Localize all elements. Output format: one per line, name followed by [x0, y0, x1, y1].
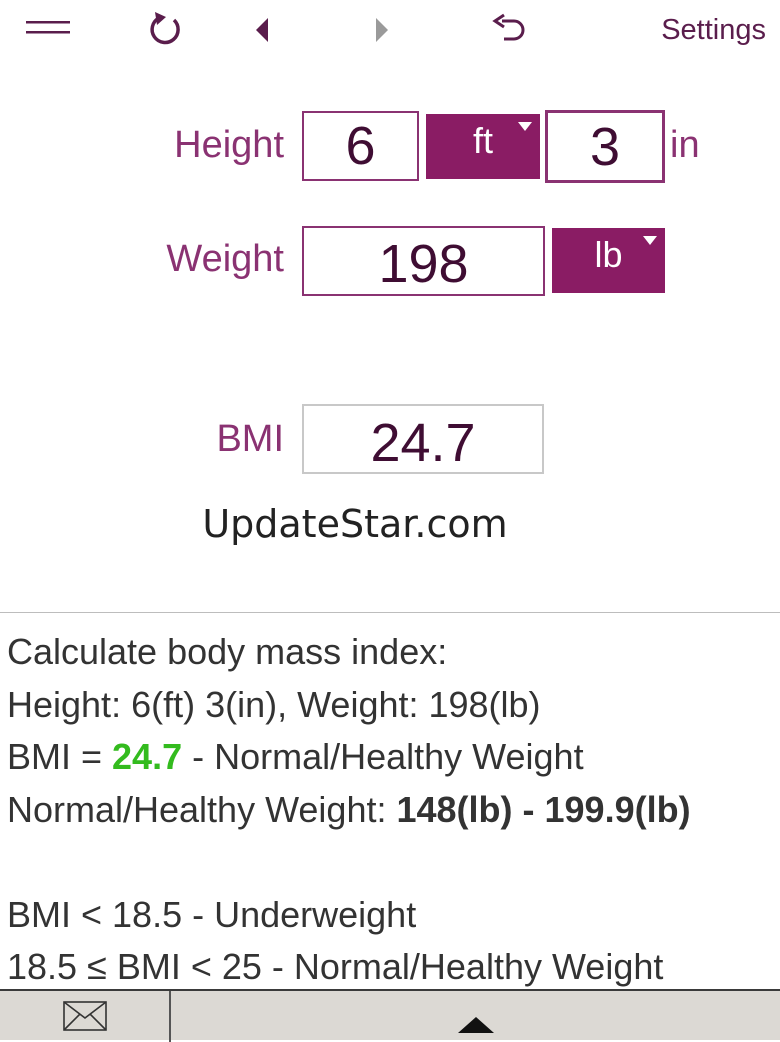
refresh-button[interactable]	[140, 6, 192, 54]
settings-button[interactable]: Settings	[661, 14, 766, 47]
divider	[0, 612, 780, 613]
menu-button[interactable]	[22, 10, 74, 46]
info-bmi-prefix: BMI =	[7, 736, 113, 777]
bottom-bar	[0, 989, 780, 1042]
info-underweight-row: BMI < 18.5 - Underweight	[7, 893, 417, 935]
info-normal-row: 18.5 ≤ BMI < 25 - Normal/Healthy Weight	[7, 946, 664, 987]
toolbar: Settings	[0, 0, 780, 62]
info-bmi-value: 24.7	[112, 736, 183, 777]
expand-button[interactable]	[171, 991, 780, 1040]
bmi-label: BMI	[216, 418, 284, 460]
bmi-result-field: 24.7	[302, 404, 544, 474]
info-healthy-prefix: Normal/Healthy Weight:	[7, 788, 397, 830]
back-arrow-icon	[256, 18, 268, 42]
watermark-text: UpdateStar.com	[202, 502, 508, 546]
undo-button[interactable]	[486, 8, 534, 52]
refresh-icon	[150, 12, 180, 45]
mail-icon	[62, 1000, 107, 1031]
weight-unit-select[interactable]: lb	[552, 228, 665, 293]
height-feet-input[interactable]: 6	[302, 111, 419, 181]
info-bmi-result: BMI = 24.7 - Normal/Healthy Weight	[7, 731, 780, 784]
dropdown-caret-icon	[643, 236, 657, 245]
height-inches-input[interactable]: 3	[545, 110, 665, 183]
next-button[interactable]	[360, 10, 402, 50]
height-label: Height	[174, 124, 284, 166]
undo-icon	[492, 13, 525, 41]
info-heading: Calculate body mass index:	[7, 631, 448, 672]
info-healthy-range: Normal/Healthy Weight: 148(lb) - 199.9(l…	[7, 784, 780, 837]
info-healthy-range-value: 148(lb) - 199.9(lb)	[396, 788, 691, 830]
height-unit-select[interactable]: ft	[426, 114, 540, 179]
email-button[interactable]	[0, 991, 169, 1040]
forward-arrow-icon	[376, 18, 388, 42]
expand-up-icon	[457, 1016, 494, 1033]
info-input-summary: Height: 6(ft) 3(in), Weight: 198(lb)	[7, 683, 541, 725]
menu-icon	[26, 21, 70, 34]
bmi-info-panel: Calculate body mass index: Height: 6(ft)…	[7, 626, 780, 994]
weight-label: Weight	[166, 238, 284, 280]
dropdown-caret-icon	[518, 122, 532, 131]
weight-input[interactable]: 198	[302, 226, 545, 296]
inches-unit-label: in	[670, 124, 700, 166]
previous-button[interactable]	[242, 10, 284, 50]
info-bmi-category: - Normal/Healthy Weight	[182, 736, 584, 777]
